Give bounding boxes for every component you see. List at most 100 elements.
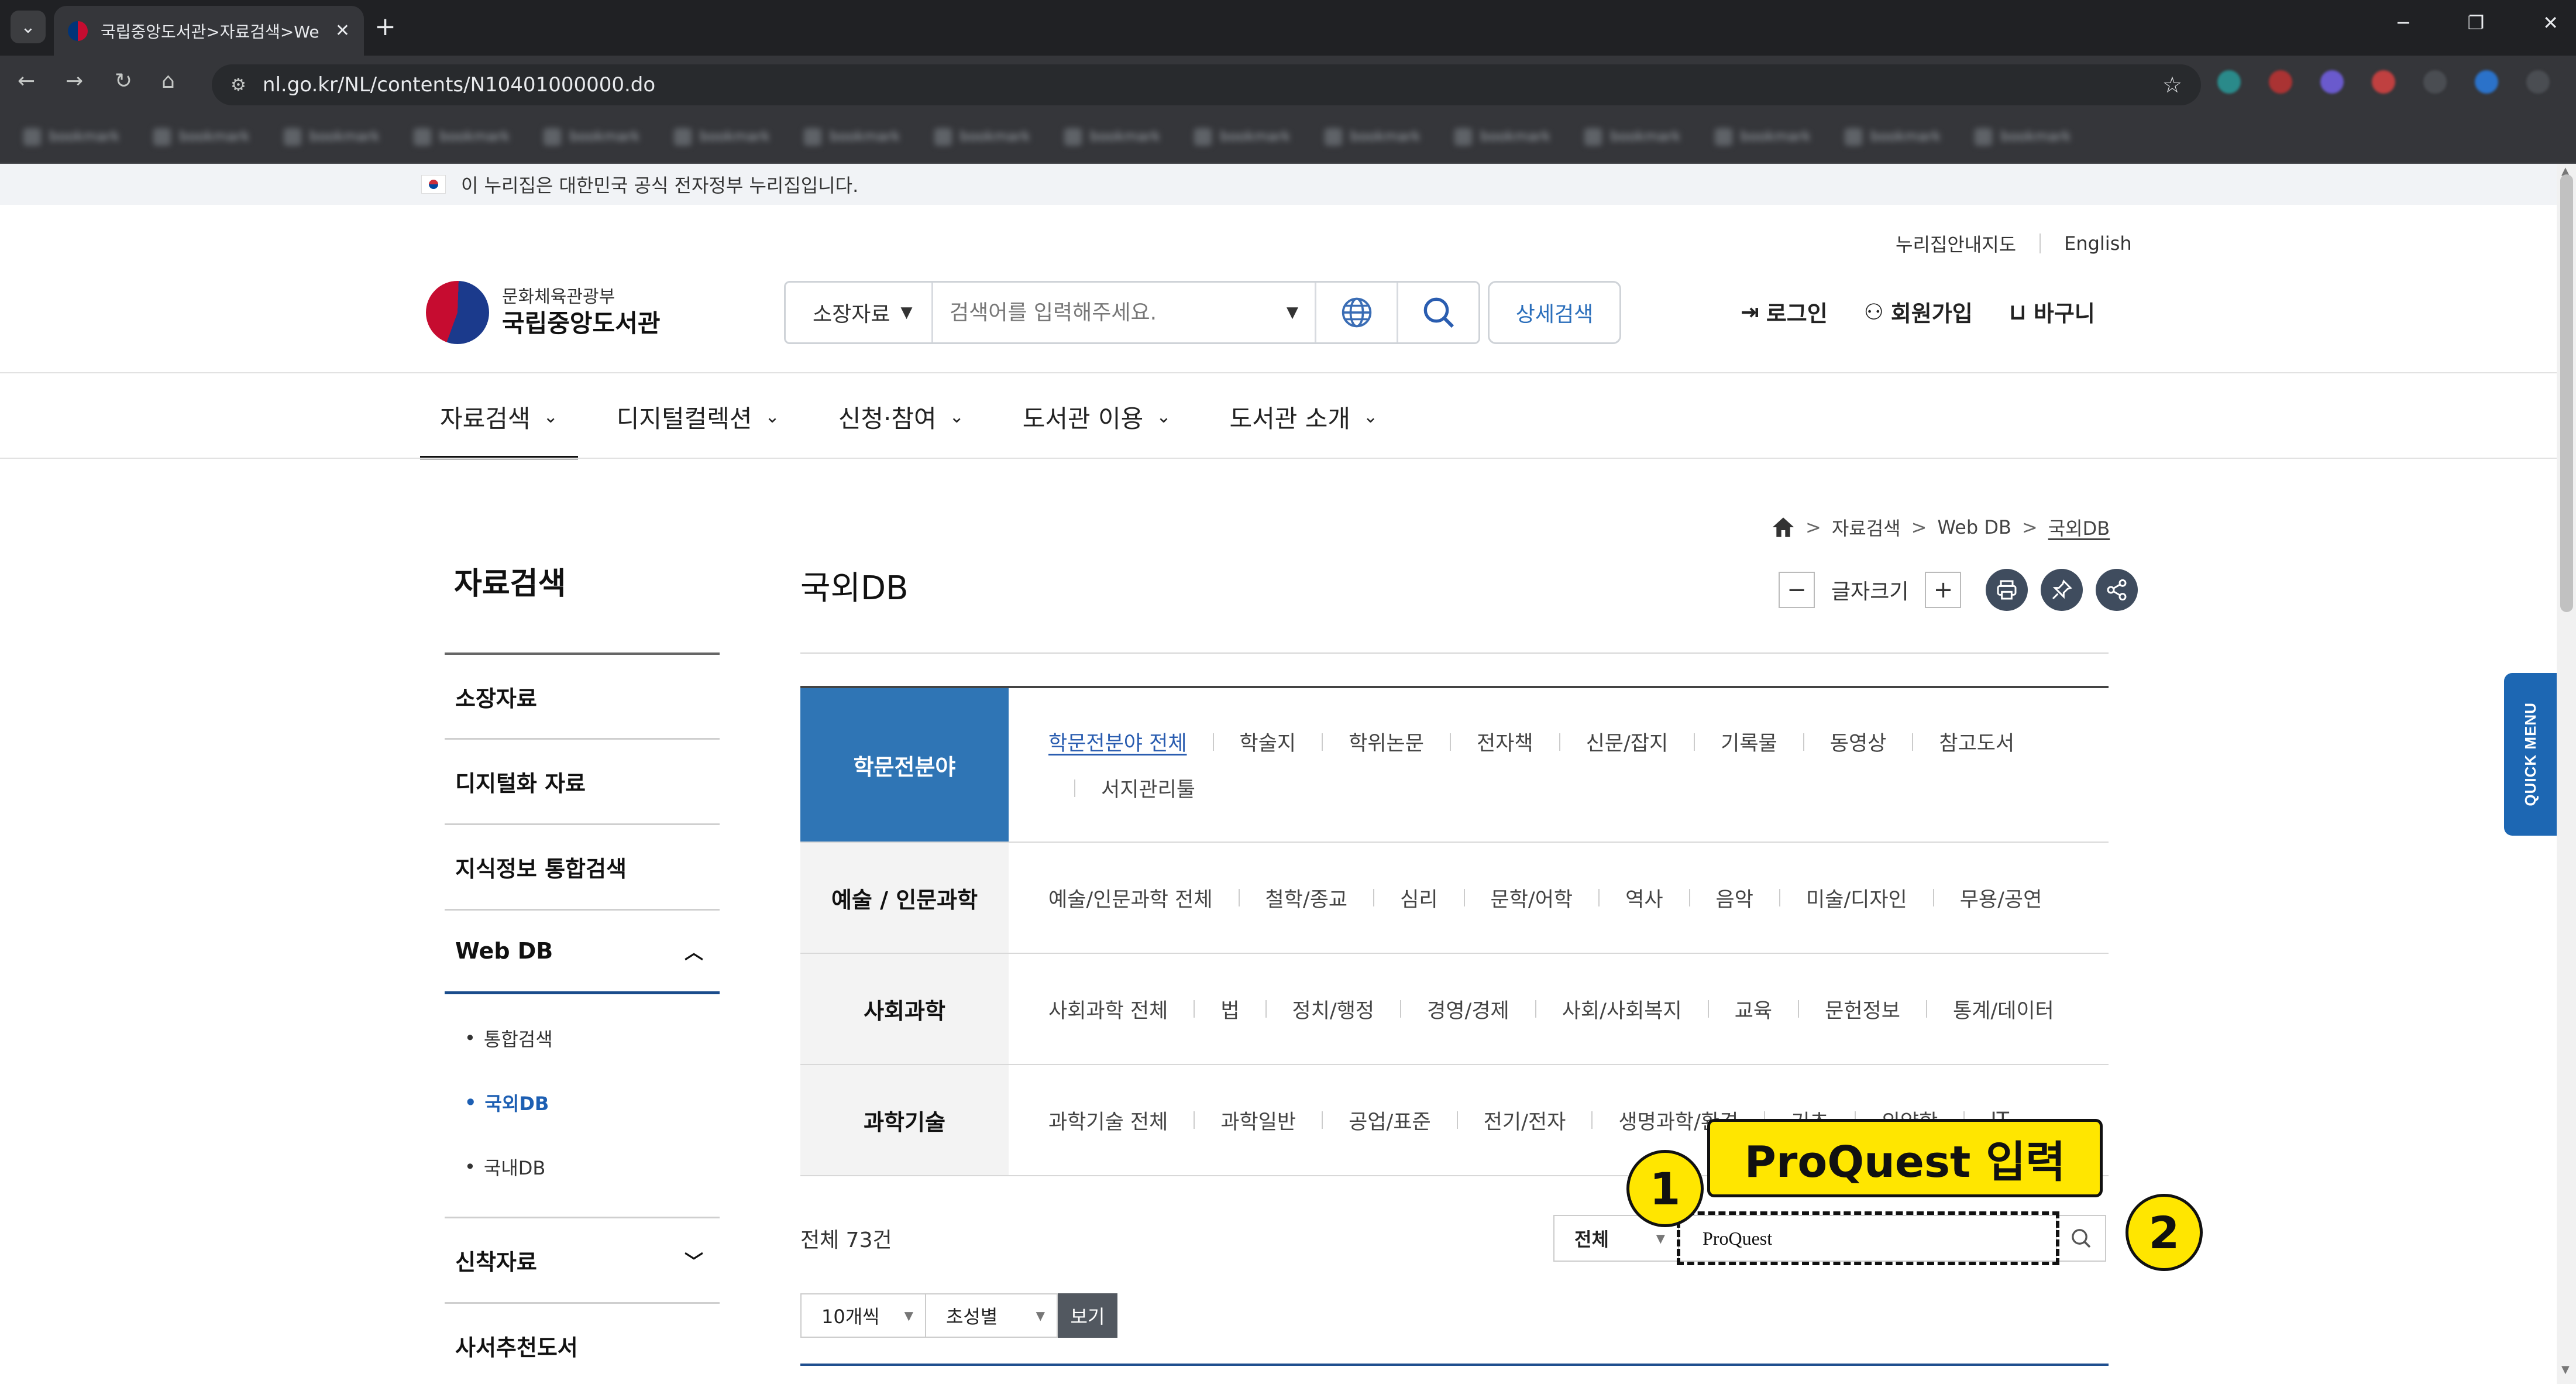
lnb-sub-foreign-db[interactable]: • 국외DB: [445, 1070, 720, 1135]
main-search-input[interactable]: [933, 283, 1287, 342]
category-link[interactable]: 교육: [1682, 994, 1772, 1024]
bookmark-item[interactable]: bookmark: [414, 128, 510, 146]
pin-button[interactable]: [2041, 569, 2083, 611]
category-link[interactable]: 기록물: [1668, 727, 1777, 757]
bookmark-item[interactable]: bookmark: [284, 128, 380, 146]
per-page-select[interactable]: 10개씩 ▼: [800, 1293, 926, 1338]
category-head-arts[interactable]: 예술 / 인문과학: [800, 843, 1009, 953]
lnb-sub-integrated[interactable]: • 통합검색: [445, 1006, 720, 1070]
category-link[interactable]: 공업/표준: [1296, 1105, 1431, 1135]
extension-icon[interactable]: [2475, 70, 2498, 94]
search-button[interactable]: [1397, 283, 1478, 342]
share-button[interactable]: [2096, 569, 2138, 611]
print-button[interactable]: [1986, 569, 2028, 611]
advanced-search-button[interactable]: 상세검색: [1488, 281, 1621, 344]
bookmark-item[interactable]: bookmark: [804, 128, 900, 146]
bookmark-item[interactable]: bookmark: [1715, 128, 1811, 146]
category-link[interactable]: 동영상: [1777, 727, 1887, 757]
category-link[interactable]: 법: [1168, 994, 1239, 1024]
close-tab-icon[interactable]: ✕: [335, 20, 350, 41]
bookmark-item[interactable]: bookmark: [674, 128, 770, 146]
breadcrumb-item[interactable]: Web DB: [1937, 516, 2011, 538]
language-button[interactable]: [1315, 283, 1397, 342]
home-icon[interactable]: ⌂: [161, 69, 175, 93]
sort-select[interactable]: 초성별 ▼: [926, 1293, 1058, 1338]
lnb-item-integrated-search[interactable]: 지식정보 통합검색: [445, 823, 720, 909]
bookmark-item[interactable]: bookmark: [1064, 128, 1160, 146]
search-scope-select[interactable]: 소장자료 ▼: [786, 283, 933, 342]
category-link[interactable]: 학술지: [1187, 727, 1296, 757]
category-link[interactable]: 정치/행정: [1240, 994, 1375, 1024]
lnb-sub-domestic-db[interactable]: • 국내DB: [445, 1135, 720, 1199]
cart-link[interactable]: ⊔ 바구니: [2009, 296, 2095, 328]
category-link[interactable]: 신문/잡지: [1533, 727, 1669, 757]
lnb-item-new-arrivals[interactable]: 신착자료 ﹀: [445, 1217, 720, 1302]
lnb-item-digitized[interactable]: 디지털화 자료: [445, 738, 720, 823]
view-button[interactable]: 보기: [1058, 1293, 1117, 1338]
category-head-science[interactable]: 과학기술: [800, 1065, 1009, 1175]
category-link[interactable]: 경영/경제: [1374, 994, 1509, 1024]
category-link[interactable]: 과학기술 전체: [1048, 1105, 1168, 1135]
bookmark-item[interactable]: bookmark: [1454, 128, 1550, 146]
category-link[interactable]: 역사: [1573, 883, 1663, 913]
category-link[interactable]: 심리: [1347, 883, 1437, 913]
gnb-item-about[interactable]: 도서관 소개 ⌄: [1229, 375, 1378, 459]
quick-menu-button[interactable]: QUICK MENU: [2504, 673, 2557, 836]
category-link[interactable]: 서지관리툴: [1048, 773, 2085, 803]
extension-icon[interactable]: [2217, 70, 2241, 94]
english-link[interactable]: English: [2064, 232, 2132, 255]
gnb-item-apply[interactable]: 신청·참여 ⌄: [838, 375, 964, 459]
font-decrease-button[interactable]: −: [1779, 572, 1815, 608]
lnb-item-webdb[interactable]: Web DB ︿: [445, 909, 720, 994]
bookmark-item[interactable]: bookmark: [23, 128, 119, 146]
minimize-icon[interactable]: ─: [2398, 12, 2409, 34]
gnb-item-usage[interactable]: 도서관 이용 ⌄: [1023, 375, 1171, 459]
category-head-all[interactable]: 학문전분야: [800, 688, 1009, 842]
bookmark-item[interactable]: bookmark: [1584, 128, 1680, 146]
category-link[interactable]: 전자책: [1424, 727, 1533, 757]
tab-list-button[interactable]: ⌄: [11, 11, 46, 43]
extension-icon[interactable]: [2320, 70, 2344, 94]
category-link[interactable]: 통계/데이터: [1900, 994, 2054, 1024]
scrollbar-thumb[interactable]: [2560, 174, 2573, 612]
lnb-item-holdings[interactable]: 소장자료: [445, 652, 720, 738]
extension-icon[interactable]: [2372, 70, 2395, 94]
address-bar[interactable]: ⚙ nl.go.kr/NL/contents/N10401000000.do ☆: [212, 64, 2201, 105]
site-info-icon[interactable]: ⚙: [231, 75, 246, 95]
restore-icon[interactable]: ❐: [2468, 12, 2485, 34]
category-link[interactable]: 무용/공연: [1907, 883, 2042, 913]
extension-icon[interactable]: [2269, 70, 2292, 94]
back-icon[interactable]: ←: [18, 69, 35, 93]
category-link[interactable]: 미술/디자인: [1753, 883, 1907, 913]
home-icon[interactable]: [1772, 516, 1795, 538]
extension-icon[interactable]: [2526, 70, 2550, 94]
category-link[interactable]: 문헌정보: [1772, 994, 1900, 1024]
window-close-icon[interactable]: ✕: [2543, 12, 2558, 34]
category-link[interactable]: 참고도서: [1886, 727, 2014, 757]
category-link[interactable]: 예술/인문과학 전체: [1048, 883, 1213, 913]
signup-link[interactable]: ⚇ 회원가입: [1864, 296, 1973, 328]
category-link[interactable]: 전기/전자: [1431, 1105, 1566, 1135]
category-head-social[interactable]: 사회과학: [800, 954, 1009, 1064]
bookmark-item[interactable]: bookmark: [1325, 128, 1421, 146]
forward-icon[interactable]: →: [66, 69, 83, 93]
filter-search-button[interactable]: [2056, 1216, 2105, 1261]
bookmark-item[interactable]: bookmark: [544, 128, 639, 146]
bookmark-item[interactable]: bookmark: [1845, 128, 1941, 146]
gnb-item-digital[interactable]: 디지털컬렉션 ⌄: [617, 375, 780, 459]
bookmark-item[interactable]: bookmark: [153, 128, 249, 146]
breadcrumb-item[interactable]: 자료검색: [1832, 514, 1901, 541]
category-link[interactable]: 문학/어학: [1438, 883, 1573, 913]
category-link[interactable]: 과학일반: [1168, 1105, 1296, 1135]
login-link[interactable]: ⇥ 로그인: [1741, 296, 1828, 328]
bookmark-item[interactable]: bookmark: [1975, 128, 2071, 146]
bookmark-item[interactable]: bookmark: [1194, 128, 1290, 146]
browser-tab[interactable]: 국립중앙도서관>자료검색>We ✕: [54, 6, 364, 56]
extension-icon[interactable]: [2423, 70, 2447, 94]
search-dropdown-icon[interactable]: ▼: [1287, 304, 1298, 321]
sitemap-link[interactable]: 누리집안내지도: [1896, 230, 2016, 257]
new-tab-icon[interactable]: +: [374, 11, 396, 43]
category-link[interactable]: 학문전분야 전체: [1048, 727, 1187, 757]
bookmark-item[interactable]: bookmark: [934, 128, 1030, 146]
category-link[interactable]: 음악: [1663, 883, 1753, 913]
